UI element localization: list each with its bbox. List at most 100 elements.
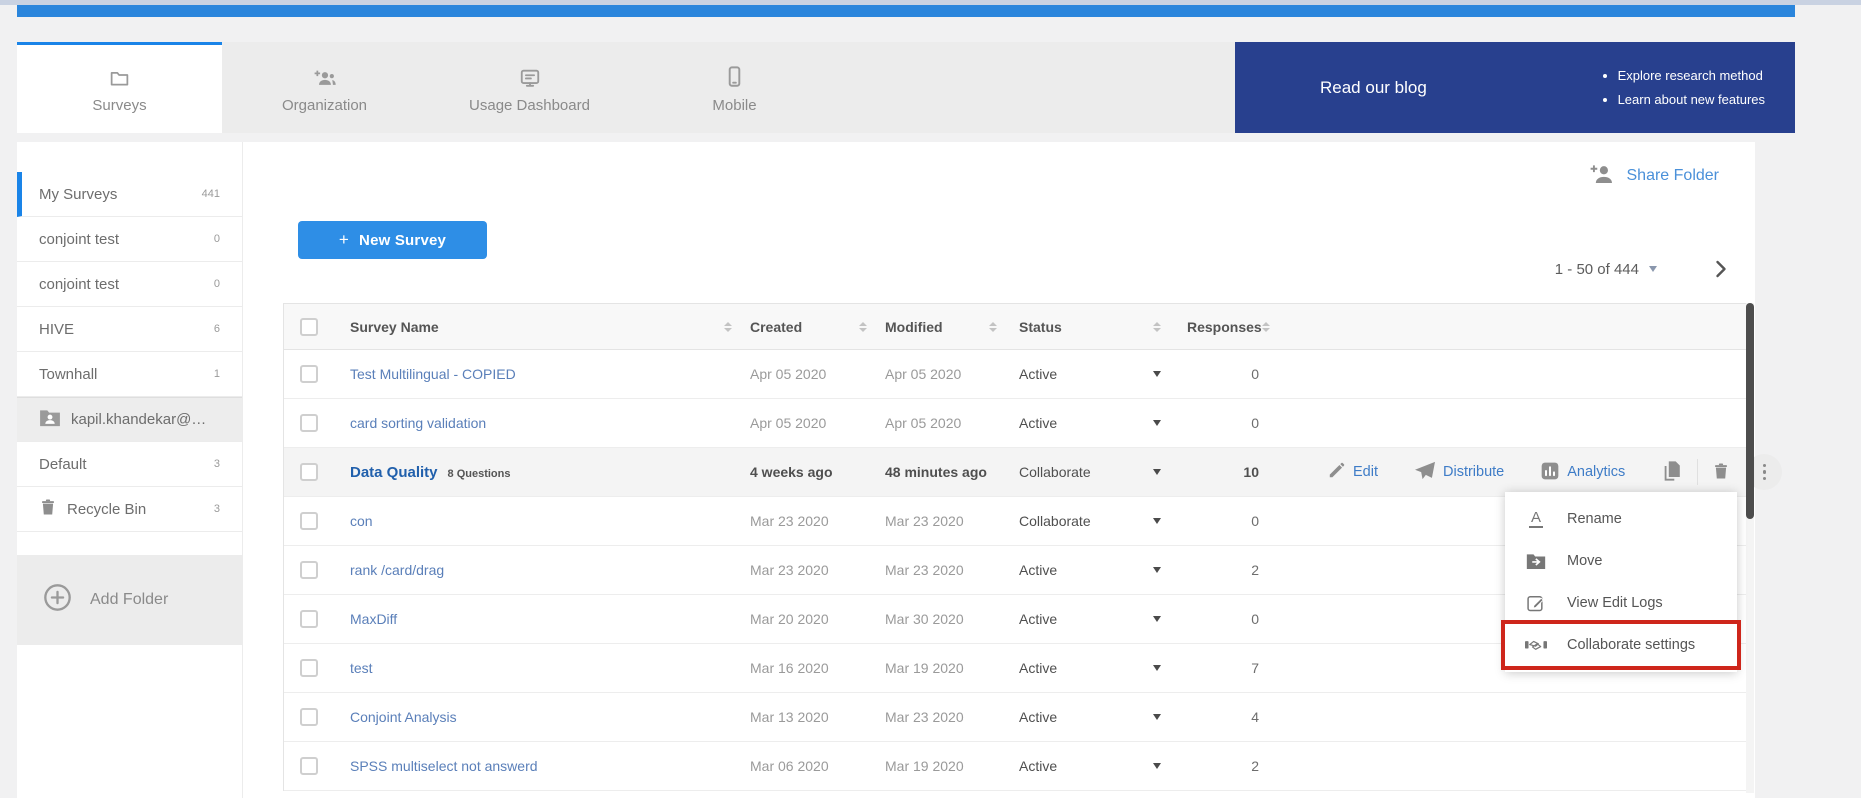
sort-icon[interactable] [724,322,732,332]
modified-date: Mar 30 2020 [885,611,964,627]
row-responses-cell: 0 [1179,611,1289,627]
sidebar-item-kapil-khandekar-que[interactable]: kapil.khandekar@que... [17,397,242,442]
row-status-dropdown[interactable]: Active [1007,562,1179,578]
row-responses-cell: 7 [1179,660,1289,676]
row-checkbox[interactable] [300,414,318,432]
row-checkbox[interactable] [300,561,318,579]
sort-icon[interactable] [859,322,867,332]
nav-tab-organization[interactable]: Organization [222,42,427,133]
status-label: Active [1019,415,1057,431]
sidebar-item-default[interactable]: Default 3 [17,442,242,487]
survey-table-row: Test Multilingual - COPIED Apr 05 2020 A… [284,350,1752,399]
sort-icon[interactable] [989,322,997,332]
row-checkbox[interactable] [300,757,318,775]
row-created-cell: Mar 16 2020 [742,660,877,676]
menu-item-rename[interactable]: A Rename [1505,498,1737,540]
header-responses[interactable]: Responses [1179,319,1289,335]
modified-date: Mar 19 2020 [885,758,964,774]
menu-item-move[interactable]: Move [1505,540,1737,582]
analytics-button[interactable]: Analytics [1540,461,1625,484]
sidebar-item-conjoint-test[interactable]: conjoint test 0 [17,262,242,307]
row-status-dropdown[interactable]: Collaborate [1007,513,1179,529]
add-folder-button[interactable]: Add Folder [17,555,242,645]
nav-tab-usage-dashboard[interactable]: Usage Dashboard [427,42,632,133]
header-survey-name[interactable]: Survey Name [334,319,742,335]
edit-button[interactable]: Edit [1327,461,1378,483]
sort-icon[interactable] [1153,322,1161,332]
select-all-cell [284,318,334,336]
row-status-dropdown[interactable]: Active [1007,709,1179,725]
row-status-dropdown[interactable]: Active [1007,758,1179,774]
share-folder-button[interactable]: Share Folder [1589,164,1720,188]
banner-bullet[interactable]: Learn about new features [1618,88,1765,112]
sidebar-item-recycle-bin[interactable]: Recycle Bin 3 [17,487,242,532]
table-scrollbar-track[interactable] [1746,303,1754,793]
row-checkbox[interactable] [300,512,318,530]
row-actions-cell: Edit Distribute Analytics [1289,454,1782,490]
next-page-button[interactable] [1715,260,1727,278]
menu-item-label: Rename [1567,511,1622,527]
duplicate-button[interactable] [1661,459,1683,486]
status-label: Active [1019,660,1057,676]
row-status-dropdown[interactable]: Active [1007,611,1179,627]
row-modified-cell: Mar 23 2020 [877,562,1007,578]
banner-bullet-list: Explore research methodLearn about new f… [1600,64,1765,112]
plus-circle-icon [43,583,72,617]
header-status[interactable]: Status [1007,319,1179,335]
row-status-dropdown[interactable]: Active [1007,415,1179,431]
row-responses-cell: 0 [1179,415,1289,431]
menu-item-collaborate-settings[interactable]: Collaborate settings [1505,624,1737,666]
survey-name-link[interactable]: Test Multilingual - COPIED [350,366,516,382]
header-modified[interactable]: Modified [877,319,1007,335]
delete-button[interactable] [1712,461,1730,484]
banner-bullet[interactable]: Explore research method [1618,64,1765,88]
survey-table-row: Conjoint Analysis Mar 13 2020 Mar 23 202… [284,693,1752,742]
survey-name-link[interactable]: MaxDiff [350,611,397,627]
row-status-dropdown[interactable]: Active [1007,660,1179,676]
row-status-dropdown[interactable]: Collaborate [1007,464,1179,480]
sidebar-item-conjoint-test[interactable]: conjoint test 0 [17,217,242,262]
survey-name-link[interactable]: Conjoint Analysis [350,709,457,725]
row-select-cell [284,757,334,775]
row-checkbox[interactable] [300,708,318,726]
pagination-range-dropdown[interactable]: 1 - 50 of 444 [1555,261,1657,278]
row-checkbox[interactable] [300,659,318,677]
rename-icon: A [1525,510,1547,529]
row-checkbox[interactable] [300,610,318,628]
sidebar-item-townhall[interactable]: Townhall 1 [17,352,242,397]
row-status-dropdown[interactable]: Active [1007,366,1179,382]
nav-tab-mobile[interactable]: Mobile [632,42,837,133]
survey-name-link[interactable]: con [350,513,373,529]
caret-down-icon [1153,567,1161,573]
survey-name-link[interactable]: Data Quality [350,464,438,481]
menu-item-label: Move [1567,553,1602,569]
survey-name-link[interactable]: SPSS multiselect not answerd [350,758,538,774]
sort-icon[interactable] [1262,322,1270,332]
menu-item-view-edit-logs[interactable]: View Edit Logs [1505,582,1737,624]
caret-down-icon [1153,371,1161,377]
created-date: Mar 23 2020 [750,562,829,578]
modified-date: Mar 19 2020 [885,660,964,676]
row-name-cell: test [334,660,742,676]
responses-count: 0 [1251,513,1259,529]
row-checkbox[interactable] [300,365,318,383]
menu-item-label: View Edit Logs [1567,595,1663,611]
nav-tab-surveys[interactable]: Surveys [17,42,222,133]
sidebar-item-hive[interactable]: HIVE 6 [17,307,242,352]
survey-name-link[interactable]: card sorting validation [350,415,486,431]
folder-item-count: 0 [214,233,220,245]
sidebar-item-my-surveys[interactable]: My Surveys 441 [17,172,242,217]
distribute-button[interactable]: Distribute [1414,461,1504,484]
survey-name-link[interactable]: test [350,660,373,676]
header-created[interactable]: Created [742,319,877,335]
row-checkbox[interactable] [300,463,318,481]
survey-name-link[interactable]: rank /card/drag [350,562,444,578]
select-all-checkbox[interactable] [300,318,318,336]
created-date: Mar 16 2020 [750,660,829,676]
new-survey-button[interactable]: +New Survey [298,221,487,259]
folder-item-label: HIVE [39,321,74,338]
divider [1697,459,1698,485]
caret-down-icon [1153,469,1161,475]
read-our-blog-link[interactable]: Read our blog [1320,78,1427,98]
table-scrollbar-thumb[interactable] [1746,303,1754,519]
